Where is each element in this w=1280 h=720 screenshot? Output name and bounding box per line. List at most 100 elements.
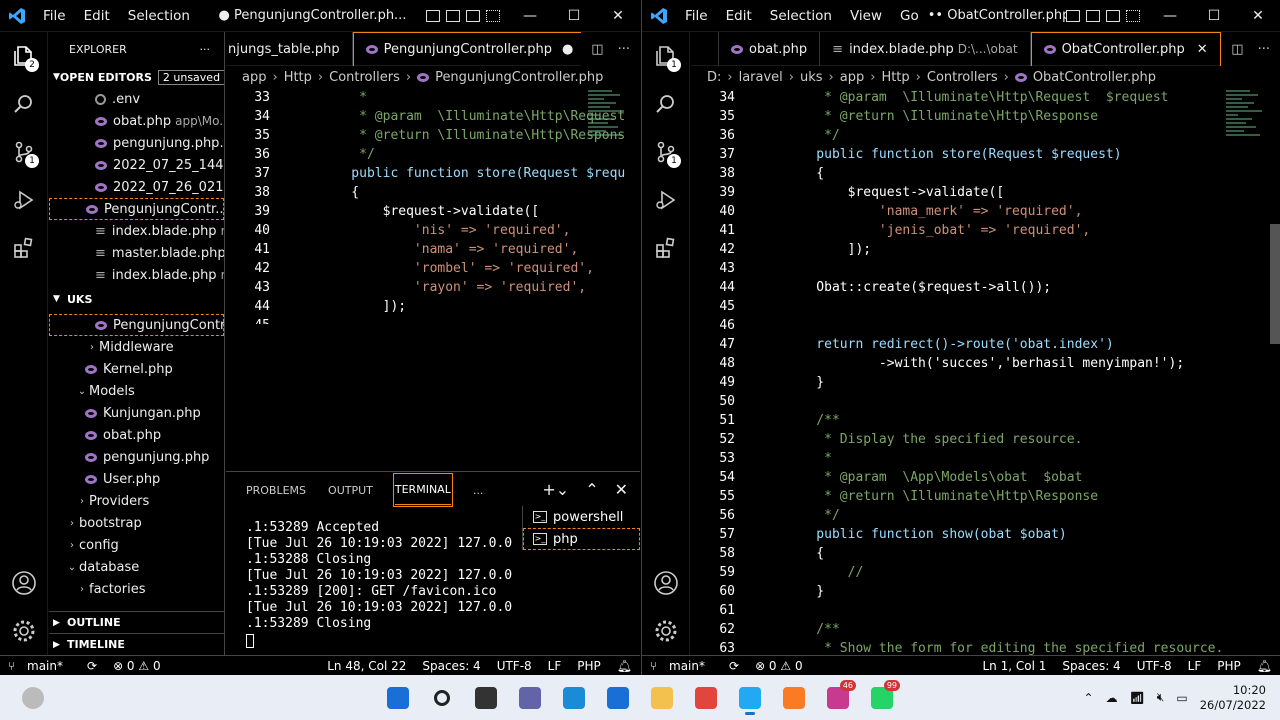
language-status[interactable]: PHP [569,659,609,673]
run-debug-icon[interactable] [0,176,47,224]
code-line[interactable]: 61 [691,601,1280,620]
search-icon[interactable] [0,80,47,128]
show-hidden-icons-chevron-icon[interactable]: ⌃ [1084,691,1094,705]
language-status[interactable]: PHP [1209,659,1249,673]
code-line[interactable]: 34 * @param \Illuminate\Http\Request $re… [691,88,1280,107]
cursor-position[interactable]: Ln 1, Col 1 [975,659,1055,673]
code-line[interactable]: 34 * @param \Illuminate\Http\Request [226,107,640,126]
open-editor-item[interactable]: ≡ index.blade.php r... [49,220,224,242]
tree-file[interactable]: PengunjungContr... [49,314,224,336]
run-debug-icon[interactable] [642,176,689,224]
tree-folder[interactable]: › Middleware [49,336,224,358]
code-line[interactable]: 36 */ [226,145,640,164]
menu-item[interactable]: Edit [717,8,761,24]
notifications-bell-icon[interactable]: 🔔︎ [609,659,640,673]
tab-migration[interactable]: njungs_table.php [226,32,353,66]
toggle-primary-sidebar-icon[interactable] [1066,9,1080,22]
indentation-status[interactable]: Spaces: 4 [1054,659,1128,673]
manage-gear-icon[interactable] [0,607,48,655]
accounts-icon[interactable] [0,559,48,607]
code-line[interactable]: 62 /** [691,620,1280,639]
code-line[interactable]: 50 [691,392,1280,411]
editor-tab[interactable]: obat.php [719,32,821,66]
code-line[interactable]: 63 * Show the form for editing the speci… [691,639,1280,655]
menu-item[interactable]: Selection [761,8,841,24]
customize-layout-icon[interactable] [486,9,500,22]
tree-file[interactable]: obat.php [49,424,224,446]
breadcrumb-item[interactable]: app [242,70,266,85]
more-actions-icon[interactable]: ··· [618,42,630,57]
mail-icon[interactable] [600,680,636,716]
volume-muted-icon[interactable]: 🔇︎ [1157,690,1165,705]
notifications-bell-icon[interactable]: 🔔︎ [1249,659,1280,673]
clock[interactable]: 10:20 26/07/2022 [1200,683,1266,713]
battery-icon[interactable]: ▭ [1176,691,1187,705]
breadcrumb-item[interactable]: laravel [739,70,783,85]
minimize-button[interactable]: — [508,8,552,24]
extensions-icon[interactable] [0,224,47,272]
breadcrumb-item[interactable]: uks [800,70,823,85]
timeline-header[interactable]: ▶ TIMELINE [49,633,224,655]
terminal-instance[interactable]: >_ php [523,528,640,550]
toggle-primary-sidebar-icon[interactable] [426,9,440,22]
terminal-instance[interactable]: >_ powershell [523,506,640,528]
source-control-icon[interactable]: 1 [0,128,47,176]
windows-start-icon[interactable] [380,680,416,716]
outline-header[interactable]: ▶ OUTLINE [49,611,224,633]
minimize-button[interactable]: — [1148,8,1192,24]
sync-icon[interactable]: ⟳ [79,659,105,673]
tab-problems[interactable]: PROBLEMS [246,484,306,497]
code-line[interactable]: 45 [226,316,640,324]
menu-file[interactable]: File [34,8,75,24]
new-terminal-icon[interactable]: +⌄ [542,480,569,499]
tab-overflow[interactable] [691,32,719,66]
toggle-panel-icon[interactable] [446,9,460,22]
open-editors-header[interactable]: ▼ OPEN EDITORS 2 unsaved [49,66,224,88]
code-line[interactable]: 44 ]); [226,297,640,316]
code-line[interactable]: 42 'rombel' => 'required', [226,259,640,278]
sync-icon[interactable]: ⟳ [721,659,747,673]
maximize-panel-icon[interactable]: ⌃ [585,480,598,499]
tree-folder[interactable]: ⌄ database [49,556,224,578]
whatsapp-icon[interactable]: 99 [864,679,900,716]
tree-folder[interactable]: › factories [49,578,224,600]
code-line[interactable]: 43 'rayon' => 'required', [226,278,640,297]
menu-selection[interactable]: Selection [119,8,199,24]
tree-folder[interactable]: › config [49,534,224,556]
code-line[interactable]: 47 return redirect()->route('obat.index'… [691,335,1280,354]
code-line[interactable]: 48 ->with('succes','berhasil menyimpan!'… [691,354,1280,373]
menu-edit[interactable]: Edit [75,8,119,24]
breadcrumb-item[interactable]: D: [707,70,721,85]
cursor-position[interactable]: Ln 48, Col 22 [319,659,414,673]
problems-status[interactable]: ⊗ 0 ⚠ 0 [747,659,811,673]
menu-item[interactable]: View [841,8,891,24]
open-editor-item[interactable]: .env [49,88,224,110]
code-line[interactable]: 33 * [226,88,640,107]
close-tab-icon[interactable]: ✕ [1197,42,1208,57]
sync-cloud-icon[interactable]: ☁ [1106,691,1118,705]
editor-tab[interactable]: ObatController.php ✕ [1030,32,1221,66]
customize-layout-icon[interactable] [1126,9,1140,22]
code-line[interactable]: 40 'nama_merk' => 'required', [691,202,1280,221]
code-line[interactable]: 37 public function store(Request $requ [226,164,640,183]
open-editor-item[interactable]: ≡ master.blade.php... [49,242,224,264]
manage-gear-icon[interactable] [642,607,690,655]
tree-folder[interactable]: › bootstrap [49,512,224,534]
explorer-icon[interactable]: 2 [0,32,47,80]
file-explorer-icon[interactable] [644,680,680,716]
editor-tab[interactable]: ≡ index.blade.php D:\...\obat [820,32,1031,66]
code-line[interactable]: 46 [691,316,1280,335]
code-editor[interactable]: 33 * 34 * @param \Illuminate\Http\Request… [226,88,640,324]
open-editor-item[interactable]: PengunjungContr... [49,198,224,220]
code-line[interactable]: 40 'nis' => 'required', [226,221,640,240]
code-editor[interactable]: 34 * @param \Illuminate\Http\Request $re… [691,88,1280,655]
indentation-status[interactable]: Spaces: 4 [414,659,488,673]
minimap[interactable] [588,88,628,228]
toggle-secondary-sidebar-icon[interactable] [1106,9,1120,22]
tree-file[interactable]: pengunjung.php [49,446,224,468]
breadcrumb-item[interactable]: ObatController.php [1033,70,1156,85]
workspace-header[interactable]: ▼ UKS [49,288,224,310]
breadcrumb-item[interactable]: Http [881,70,909,85]
toggle-secondary-sidebar-icon[interactable] [466,9,480,22]
menu-item[interactable]: File [676,8,717,24]
